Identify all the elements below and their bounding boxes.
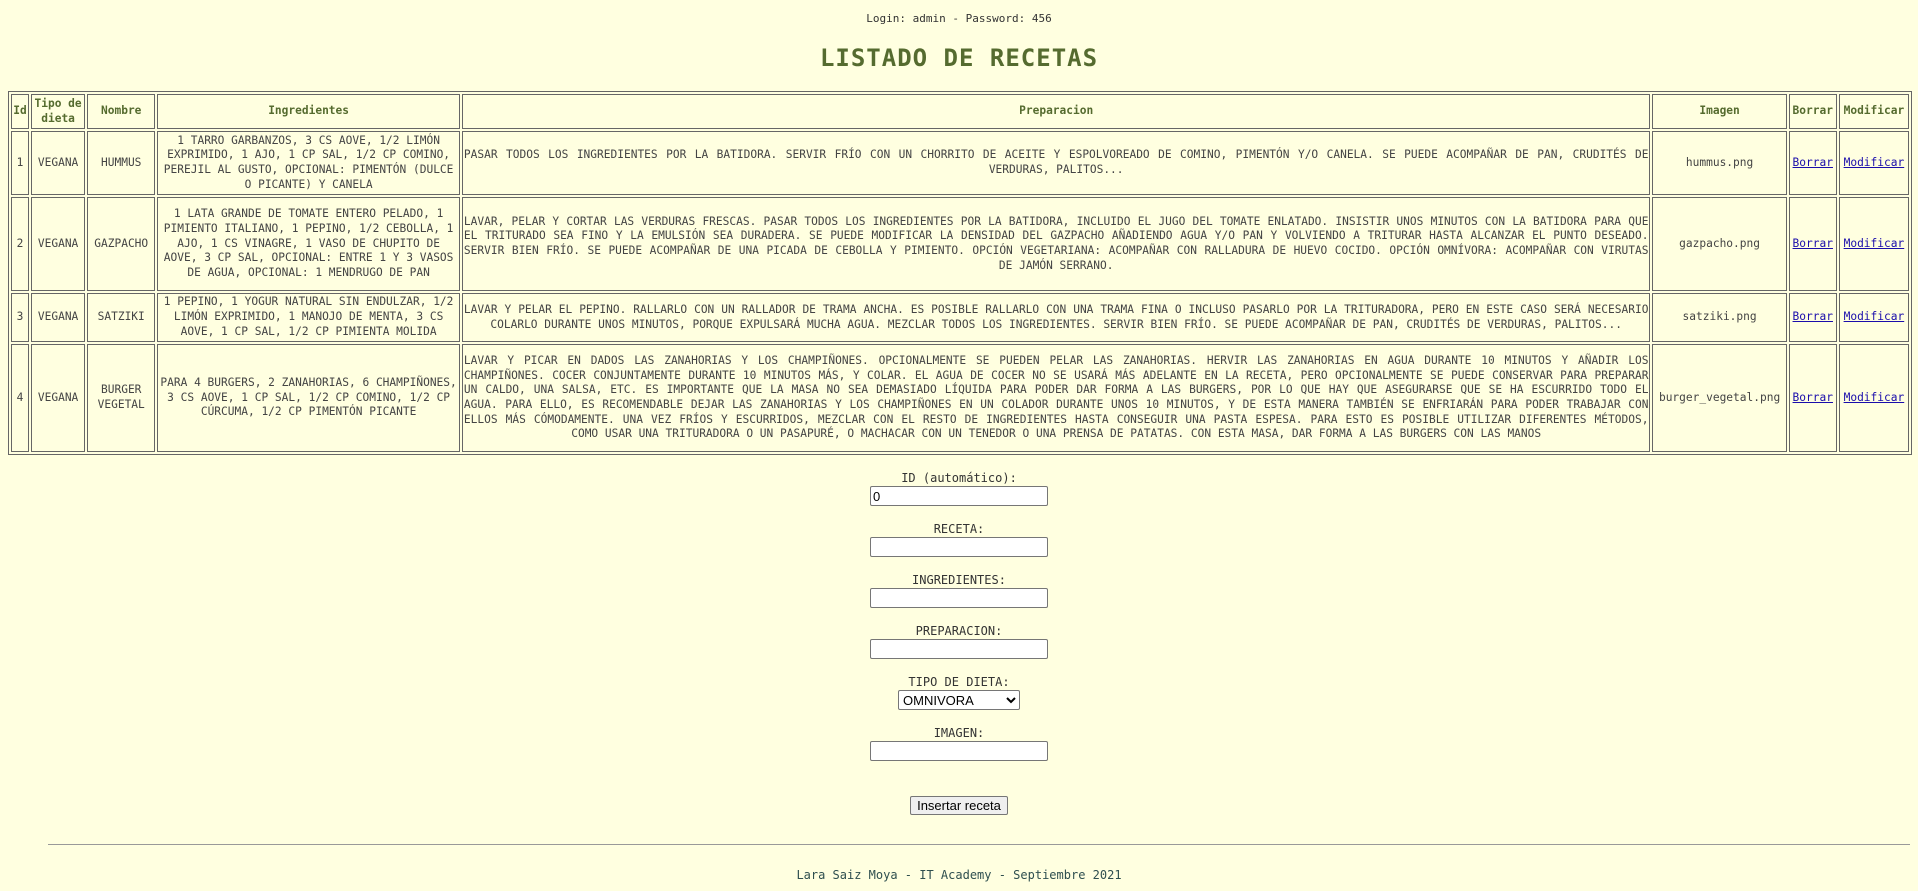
cell-modificar: Modificar (1838, 131, 1909, 195)
cell-ingredientes: 1 TARRO GARBANZOS, 3 CS AOVE, 1/2 LIMÓN … (157, 131, 460, 195)
header-ingredientes: Ingredientes (157, 94, 460, 129)
recipes-table: Id Tipo de dieta Nombre Ingredientes Prep… (8, 91, 1912, 455)
cell-imagen: gazpacho.png (1652, 197, 1787, 291)
imagen-field-group: IMAGEN: (0, 725, 1918, 776)
cell-tipo: VEGANA (31, 197, 86, 291)
cell-modificar: Modificar (1838, 344, 1909, 452)
cell-id: 2 (11, 197, 30, 291)
borrar-link[interactable]: Borrar (1793, 310, 1833, 323)
table-header-row: Id Tipo de dieta Nombre Ingredientes Prep… (11, 94, 1909, 129)
table-row: 1 VEGANA HUMMUS 1 TARRO GARBANZOS, 3 CS … (11, 131, 1909, 195)
cell-tipo: VEGANA (31, 131, 86, 195)
page-title: LISTADO DE RECETAS (819, 44, 1099, 72)
cell-borrar: Borrar (1788, 293, 1837, 342)
borrar-link[interactable]: Borrar (1793, 391, 1833, 404)
tipo-dieta-select[interactable]: OMNIVORA (898, 690, 1020, 710)
cell-ingredientes: 1 LATA GRANDE DE TOMATE ENTERO PELADO, 1… (157, 197, 460, 291)
footer-credits: Lara Saiz Moya - IT Academy - Septiembre… (796, 868, 1122, 882)
receta-label: RECETA: (933, 522, 985, 536)
insert-recipe-button[interactable]: Insertar receta (910, 796, 1008, 815)
preparacion-field-group: PREPARACION: (0, 623, 1918, 674)
cell-preparacion: LAVAR Y PICAR EN DADOS LAS ZANAHORIAS Y … (461, 344, 1651, 452)
modificar-link[interactable]: Modificar (1844, 391, 1905, 404)
cell-tipo: VEGANA (31, 293, 86, 342)
cell-preparacion: LAVAR Y PELAR EL PEPINO. RALLARLO CON UN… (461, 293, 1651, 342)
cell-nombre: SATZIKI (87, 293, 156, 342)
cell-id: 4 (11, 344, 30, 452)
header-id: Id (11, 94, 30, 129)
header-nombre: Nombre (87, 94, 156, 129)
header-preparacion: Preparacion (461, 94, 1651, 129)
cell-nombre: BURGER VEGETAL (87, 344, 156, 452)
tipo-dieta-field-group: TIPO DE DIETA: OMNIVORA (0, 674, 1918, 725)
cell-ingredientes: 1 PEPINO, 1 YOGUR NATURAL SIN ENDULZAR, … (157, 293, 460, 342)
id-label: ID (automático): (901, 471, 1017, 485)
cell-id: 1 (11, 131, 30, 195)
modificar-link[interactable]: Modificar (1844, 310, 1905, 323)
modificar-link[interactable]: Modificar (1844, 237, 1905, 250)
cell-id: 3 (11, 293, 30, 342)
cell-nombre: GAZPACHO (87, 197, 156, 291)
preparacion-label: PREPARACION: (915, 624, 1003, 638)
imagen-input[interactable] (870, 741, 1048, 761)
cell-imagen: satziki.png (1652, 293, 1787, 342)
receta-field-group: RECETA: (0, 521, 1918, 572)
table-row: 2 VEGANA GAZPACHO 1 LATA GRANDE DE TOMAT… (11, 197, 1909, 291)
header-tipo-dieta: Tipo de dieta (31, 94, 86, 129)
receta-input[interactable] (870, 537, 1048, 557)
tipo-dieta-label: TIPO DE DIETA: (908, 675, 1010, 689)
login-info: Login: admin - Password: 456 (866, 12, 1052, 25)
header-imagen: Imagen (1652, 94, 1787, 129)
cell-borrar: Borrar (1788, 131, 1837, 195)
cell-modificar: Modificar (1838, 197, 1909, 291)
ingredientes-label: INGREDIENTES: (912, 573, 1006, 587)
imagen-label: IMAGEN: (933, 726, 985, 740)
borrar-link[interactable]: Borrar (1793, 237, 1833, 250)
cell-preparacion: PASAR TODOS LOS INGREDIENTES POR LA BATI… (461, 131, 1651, 195)
cell-imagen: hummus.png (1652, 131, 1787, 195)
cell-preparacion: LAVAR, PELAR Y CORTAR LAS VERDURAS FRESC… (461, 197, 1651, 291)
cell-borrar: Borrar (1788, 344, 1837, 452)
table-row: 3 VEGANA SATZIKI 1 PEPINO, 1 YOGUR NATUR… (11, 293, 1909, 342)
cell-ingredientes: PARA 4 BURGERS, 2 ZANAHORIAS, 6 CHAMPIÑO… (157, 344, 460, 452)
preparacion-input[interactable] (870, 639, 1048, 659)
header-tipo-line-1: Tipo de (34, 96, 82, 110)
submit-wrap: Insertar receta (0, 776, 1918, 815)
cell-imagen: burger_vegetal.png (1652, 344, 1787, 452)
footer-divider (48, 844, 1910, 845)
insert-recipe-form: ID (automático): RECETA: INGREDIENTES: P… (0, 470, 1918, 815)
id-field-group: ID (automático): (0, 470, 1918, 521)
id-input[interactable] (870, 486, 1048, 506)
cell-nombre: HUMMUS (87, 131, 156, 195)
cell-borrar: Borrar (1788, 197, 1837, 291)
header-borrar: Borrar (1788, 94, 1837, 129)
borrar-link[interactable]: Borrar (1793, 156, 1833, 169)
modificar-link[interactable]: Modificar (1844, 156, 1905, 169)
cell-modificar: Modificar (1838, 293, 1909, 342)
table-row: 4 VEGANA BURGER VEGETAL PARA 4 BURGERS, … (11, 344, 1909, 452)
header-tipo-line-2: dieta (41, 111, 75, 125)
ingredientes-field-group: INGREDIENTES: (0, 572, 1918, 623)
ingredientes-input[interactable] (870, 588, 1048, 608)
cell-tipo: VEGANA (31, 344, 86, 452)
header-modificar: Modificar (1838, 94, 1909, 129)
